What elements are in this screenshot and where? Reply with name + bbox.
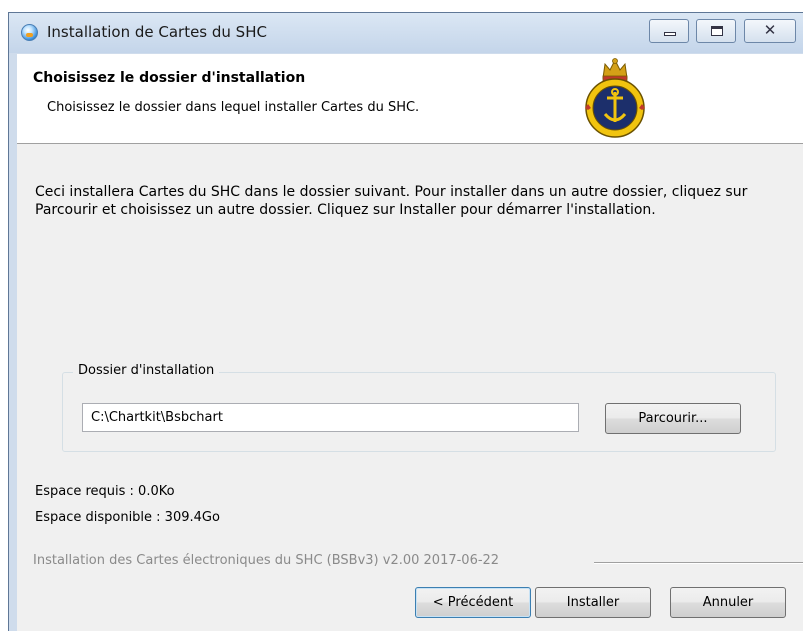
maximize-button[interactable] xyxy=(696,19,736,43)
install-folder-group: Dossier d'installation Parcourir... xyxy=(62,363,776,452)
maximize-icon xyxy=(711,26,723,36)
space-available: Espace disponible : 309.4Go xyxy=(35,510,220,525)
install-path-input[interactable] xyxy=(82,403,579,432)
title-bar[interactable]: Installation de Cartes du SHC ✕ xyxy=(9,13,803,53)
page-subtitle: Choisissez le dossier dans lequel instal… xyxy=(47,100,420,115)
space-required: Espace requis : 0.0Ko xyxy=(35,484,175,499)
branding-text: Installation des Cartes électroniques du… xyxy=(33,553,500,568)
browse-button[interactable]: Parcourir... xyxy=(605,403,741,434)
install-folder-legend: Dossier d'installation xyxy=(73,363,220,378)
page-title: Choisissez le dossier d'installation xyxy=(33,70,306,86)
install-button[interactable]: Installer xyxy=(535,587,651,618)
page-header: Choisissez le dossier d'installation Cho… xyxy=(17,54,803,144)
back-button[interactable]: < Précédent xyxy=(415,587,531,618)
instructions-text: Ceci installera Cartes du SHC dans le do… xyxy=(35,184,748,218)
close-button[interactable]: ✕ xyxy=(744,19,796,43)
minimize-button[interactable] xyxy=(649,19,689,43)
window-title: Installation de Cartes du SHC xyxy=(47,23,267,41)
dialog-client-area: Choisissez le dossier d'installation Cho… xyxy=(17,54,803,631)
installer-globe-icon xyxy=(21,24,38,41)
installer-window: Installation de Cartes du SHC ✕ Choisiss… xyxy=(8,12,803,631)
chs-crest-logo xyxy=(585,58,645,138)
minimize-icon xyxy=(664,32,676,36)
branding-divider xyxy=(594,562,803,564)
cancel-button[interactable]: Annuler xyxy=(670,587,786,618)
close-icon: ✕ xyxy=(763,21,777,39)
